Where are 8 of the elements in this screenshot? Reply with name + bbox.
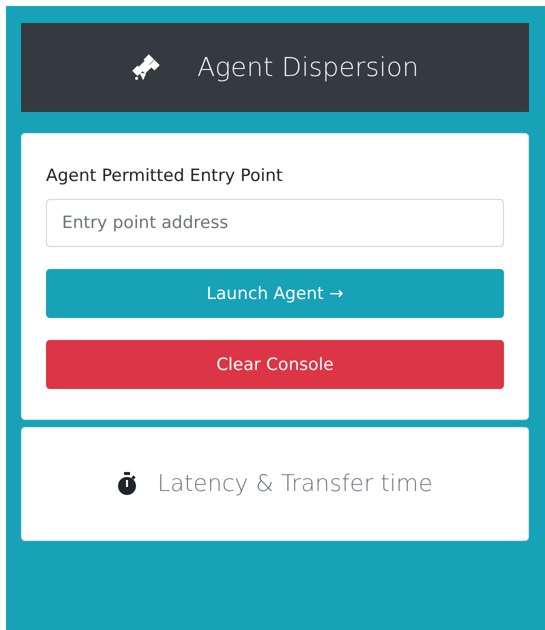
satellite-icon	[131, 52, 162, 82]
latency-title: Latency & Transfer time	[157, 471, 433, 497]
field-label: Agent Permitted Entry Point	[46, 166, 284, 186]
stopwatch-icon	[117, 472, 138, 496]
app-title: Agent Dispersion	[197, 52, 419, 82]
launch-agent-button[interactable]: Launch Agent →	[46, 269, 504, 318]
entry-point-field[interactable]: Entry point address	[46, 199, 504, 247]
clear-console-button[interactable]: Clear Console	[46, 340, 504, 389]
